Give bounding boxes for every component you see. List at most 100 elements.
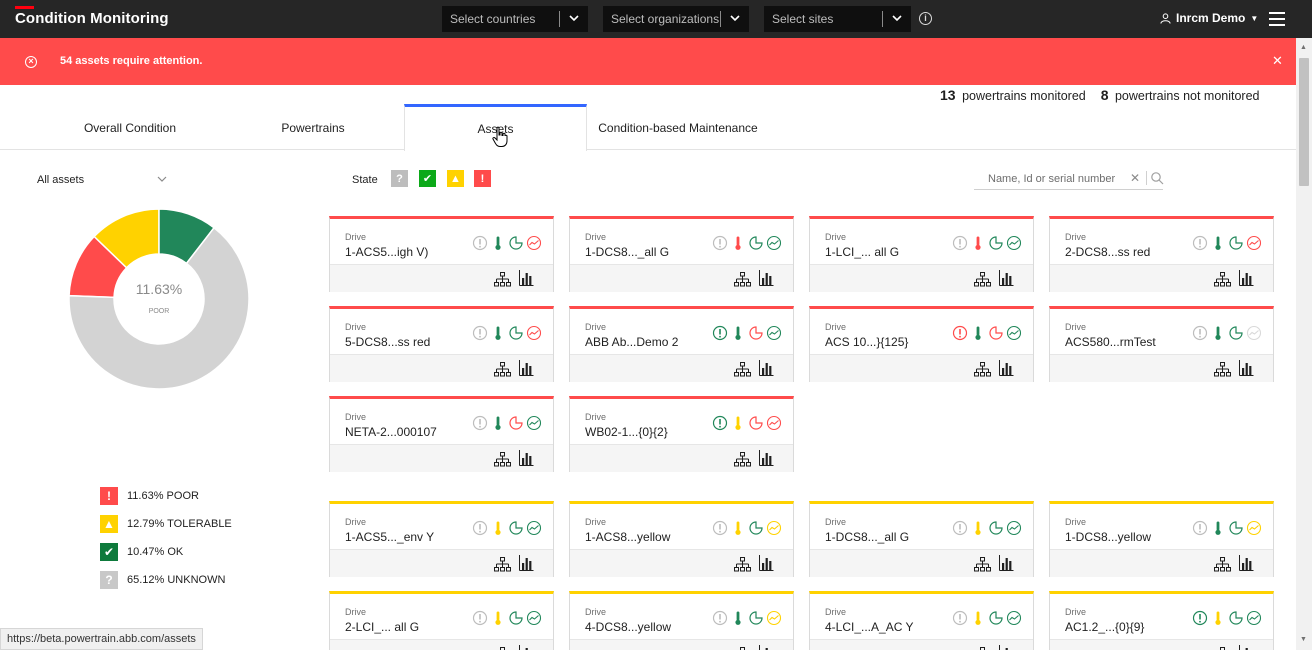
bar-chart-icon[interactable]: [519, 270, 534, 286]
state-filter-ok[interactable]: ✔: [419, 170, 436, 187]
asset-card[interactable]: Drive 1-ACS8...yellow: [569, 501, 794, 577]
user-menu[interactable]: Inrcm Demo ▼: [1160, 11, 1258, 25]
pie-chart-icon: [749, 416, 763, 430]
asset-type: Drive: [1065, 232, 1087, 242]
tab-overall-condition[interactable]: Overall Condition: [30, 104, 230, 150]
asset-card[interactable]: Drive WB02-1...{0}{2}: [569, 396, 794, 472]
hierarchy-icon[interactable]: [494, 362, 511, 377]
asset-card-footer: [570, 264, 793, 292]
asset-card[interactable]: Drive 1-LCI_... all G: [809, 216, 1034, 292]
hierarchy-icon[interactable]: [734, 452, 751, 467]
asset-name: NETA-2...000107: [345, 425, 437, 439]
asset-card[interactable]: Drive 1-DCS8..._all G: [809, 501, 1034, 577]
bar-chart-icon[interactable]: [999, 360, 1014, 376]
hierarchy-icon[interactable]: [974, 272, 991, 287]
pie-chart-icon: [1229, 236, 1243, 250]
state-filter-unknown[interactable]: ?: [391, 170, 408, 187]
tab-powertrains[interactable]: Powertrains: [213, 104, 413, 150]
tab-condition-based-maintenance[interactable]: Condition-based Maintenance: [588, 104, 768, 150]
hierarchy-icon[interactable]: [494, 452, 511, 467]
asset-card[interactable]: Drive 4-LCI_...A_AC Y: [809, 591, 1034, 650]
close-icon[interactable]: ✕: [1272, 53, 1283, 69]
hierarchy-icon[interactable]: [734, 557, 751, 572]
hierarchy-icon[interactable]: [734, 272, 751, 287]
bar-chart-icon[interactable]: [519, 450, 534, 466]
asset-card-footer: [1050, 264, 1273, 292]
asset-card[interactable]: Drive ABB Ab...Demo 2: [569, 306, 794, 382]
asset-card-footer: [810, 639, 1033, 650]
asset-card[interactable]: Drive 2-LCI_... all G: [329, 591, 554, 650]
asset-type: Drive: [825, 607, 847, 617]
app-title[interactable]: Condition Monitoring: [15, 10, 169, 27]
search-input[interactable]: [974, 170, 1124, 188]
asset-card[interactable]: Drive 4-DCS8...yellow: [569, 591, 794, 650]
trend-icon: [766, 520, 782, 536]
page-scrollbar[interactable]: ▲ ▼: [1296, 38, 1312, 650]
pie-chart-icon: [989, 611, 1003, 625]
country-select[interactable]: Select countries: [442, 6, 588, 32]
bar-chart-icon[interactable]: [759, 555, 774, 571]
asset-card[interactable]: Drive 5-DCS8...ss red: [329, 306, 554, 382]
asset-card[interactable]: Drive ACS580...rmTest: [1049, 306, 1274, 382]
asset-card[interactable]: Drive NETA-2...000107: [329, 396, 554, 472]
poor-icon: !: [100, 487, 118, 505]
asset-name: 1-ACS5..._env Y: [345, 530, 435, 544]
pie-chart-icon: [989, 236, 1003, 250]
organization-select-placeholder: Select organizations: [611, 12, 720, 26]
thermometer-icon: [495, 521, 501, 535]
bar-chart-icon[interactable]: [759, 360, 774, 376]
bar-chart-icon[interactable]: [759, 450, 774, 466]
pie-chart-icon: [509, 416, 523, 430]
bar-chart-icon[interactable]: [999, 270, 1014, 286]
hierarchy-icon[interactable]: [1214, 557, 1231, 572]
site-select[interactable]: Select sites: [764, 6, 911, 32]
thermometer-icon: [495, 611, 501, 625]
bar-chart-icon[interactable]: [759, 270, 774, 286]
hierarchy-icon[interactable]: [1214, 362, 1231, 377]
bar-chart-icon[interactable]: [1239, 270, 1254, 286]
scroll-down-arrow-icon[interactable]: ▼: [1300, 636, 1307, 643]
thermometer-icon: [735, 326, 741, 340]
legend-label: 12.79% TOLERABLE: [127, 518, 232, 530]
asset-card[interactable]: Drive 1-ACS5..._env Y: [329, 501, 554, 577]
asset-card-footer: [1050, 354, 1273, 382]
bar-chart-icon[interactable]: [519, 555, 534, 571]
bar-chart-icon[interactable]: [1239, 360, 1254, 376]
hamburger-menu-icon[interactable]: [1269, 12, 1285, 26]
asset-type: Drive: [825, 232, 847, 242]
search-icon[interactable]: [1150, 171, 1164, 185]
scrollbar-thumb[interactable]: [1299, 58, 1309, 186]
scroll-up-arrow-icon[interactable]: ▲: [1300, 44, 1307, 51]
asset-card[interactable]: Drive 1-DCS8...yellow: [1049, 501, 1274, 577]
state-filter-poor[interactable]: !: [474, 170, 491, 187]
bar-chart-icon[interactable]: [1239, 555, 1254, 571]
asset-card[interactable]: Drive AC1.2_...{0}{9}: [1049, 591, 1274, 650]
organization-select[interactable]: Select organizations: [603, 6, 749, 32]
chevron-down-icon[interactable]: [157, 175, 167, 183]
hierarchy-icon[interactable]: [1214, 272, 1231, 287]
clear-icon[interactable]: ✕: [1130, 171, 1140, 185]
info-icon[interactable]: i: [919, 12, 932, 25]
asset-status-icons: [1192, 520, 1262, 538]
asset-card[interactable]: Drive 1-DCS8..._all G: [569, 216, 794, 292]
assets-filter-select[interactable]: All assets: [37, 174, 84, 186]
bar-chart-icon[interactable]: [519, 645, 534, 650]
donut-center: 11.63% POOR: [68, 208, 250, 390]
bar-chart-icon[interactable]: [1239, 645, 1254, 650]
asset-card[interactable]: Drive 1-ACS5...igh V): [329, 216, 554, 292]
asset-card[interactable]: Drive 2-DCS8...ss red: [1049, 216, 1274, 292]
hierarchy-icon[interactable]: [974, 557, 991, 572]
pie-chart-icon: [509, 521, 523, 535]
state-filter-tolerable[interactable]: ▲: [447, 170, 464, 187]
hierarchy-icon[interactable]: [494, 272, 511, 287]
bar-chart-icon[interactable]: [519, 360, 534, 376]
asset-card[interactable]: Drive ACS 10...}{125}: [809, 306, 1034, 382]
bar-chart-icon[interactable]: [759, 645, 774, 650]
asset-name: 1-ACS5...igh V): [345, 245, 429, 259]
hierarchy-icon[interactable]: [974, 362, 991, 377]
bar-chart-icon[interactable]: [999, 645, 1014, 650]
bar-chart-icon[interactable]: [999, 555, 1014, 571]
thermometer-icon: [735, 521, 741, 535]
hierarchy-icon[interactable]: [734, 362, 751, 377]
hierarchy-icon[interactable]: [494, 557, 511, 572]
